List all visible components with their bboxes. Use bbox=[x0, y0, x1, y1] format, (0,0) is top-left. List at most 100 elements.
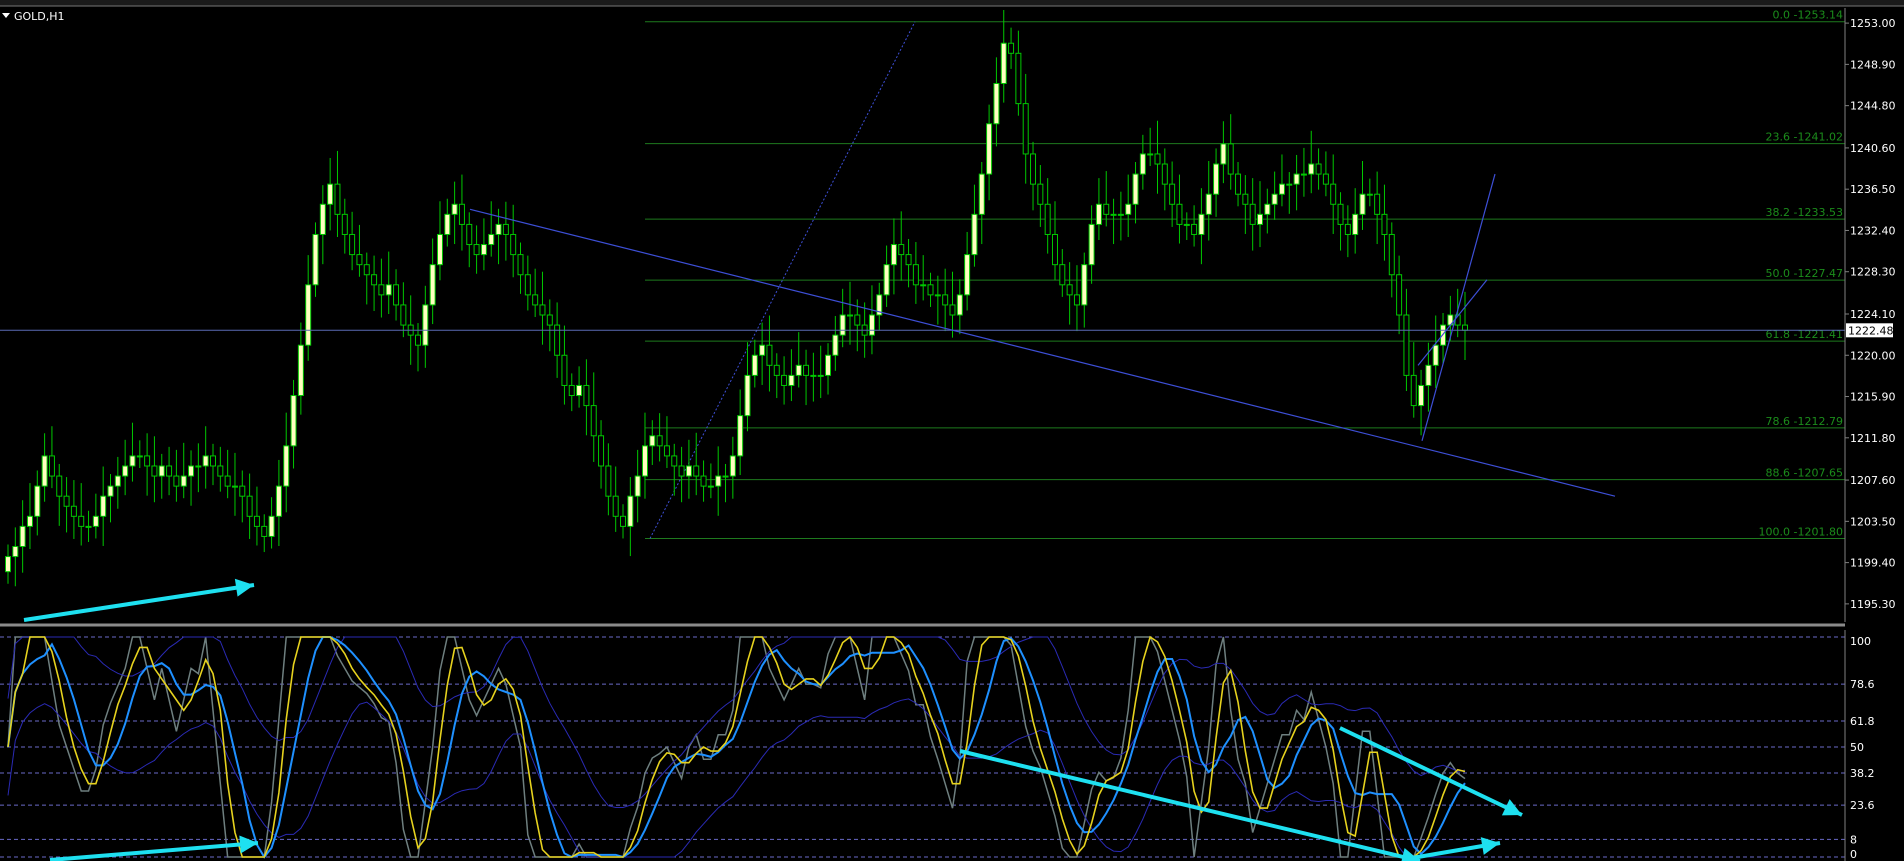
candlestick-series: 1222.48 bbox=[0, 10, 1894, 587]
candle-body bbox=[1022, 103, 1029, 155]
arrow-head bbox=[1480, 837, 1500, 855]
candle-body bbox=[1381, 213, 1388, 235]
candle-body bbox=[415, 334, 422, 346]
candle-body bbox=[993, 82, 1000, 125]
candle-body bbox=[649, 435, 656, 447]
candle-body bbox=[327, 183, 334, 205]
candle-body bbox=[539, 304, 546, 316]
candle-body bbox=[129, 455, 136, 467]
candle-body bbox=[1432, 344, 1439, 366]
price-tick-label: 1199.40 bbox=[1850, 557, 1896, 570]
candle-body bbox=[480, 244, 487, 256]
candle-body bbox=[1227, 143, 1234, 175]
candle-body bbox=[1213, 163, 1220, 195]
candle-body bbox=[737, 415, 744, 457]
candle-body bbox=[971, 213, 978, 256]
price-tick-label: 1195.30 bbox=[1850, 598, 1896, 611]
candle-body bbox=[268, 515, 275, 537]
candle-body bbox=[722, 475, 729, 478]
candle-body bbox=[1308, 163, 1315, 175]
candle-body bbox=[612, 495, 619, 517]
oscillator-tick-label: 78.6 bbox=[1850, 678, 1875, 691]
candle-body bbox=[678, 465, 685, 477]
oscillator-tick-label: 50 bbox=[1850, 741, 1864, 754]
candle-body bbox=[707, 485, 714, 488]
price-tick-label: 1207.60 bbox=[1850, 474, 1896, 487]
candle-body bbox=[48, 455, 55, 477]
candle-body bbox=[1264, 203, 1271, 215]
candle-body bbox=[832, 334, 839, 356]
candle-body bbox=[144, 455, 151, 467]
candle-body bbox=[510, 233, 517, 256]
candle-body bbox=[671, 455, 678, 467]
price-chart[interactable]: 0.0 -1253.14 23.6 -1241.02 38.2 -1233.53 50… bbox=[0, 0, 1904, 861]
candle-body bbox=[605, 465, 612, 497]
oscillator-tick-label: 38.2 bbox=[1850, 767, 1875, 780]
channel-lower-line bbox=[1417, 279, 1488, 366]
candle-body bbox=[942, 294, 949, 306]
candle-body bbox=[173, 475, 180, 487]
candle-body bbox=[56, 475, 63, 497]
candle-body bbox=[1059, 264, 1066, 286]
candle-body bbox=[26, 515, 33, 527]
candle-body bbox=[290, 395, 297, 447]
candle-body bbox=[554, 324, 561, 356]
candle-body bbox=[166, 465, 173, 477]
candle-body bbox=[114, 475, 121, 487]
price-tick-label: 1228.30 bbox=[1850, 266, 1896, 279]
candle-body bbox=[1117, 213, 1124, 216]
candle-body bbox=[210, 455, 217, 467]
candle-body bbox=[12, 546, 19, 558]
candle-body bbox=[598, 435, 605, 467]
candle-body bbox=[890, 244, 897, 266]
candle-body bbox=[1073, 294, 1080, 306]
candle-body bbox=[1337, 203, 1344, 225]
candle-body bbox=[949, 304, 956, 316]
top-toolbar-edge bbox=[0, 0, 1904, 7]
oscillator-tick-label: 0 bbox=[1850, 848, 1857, 861]
candle-body bbox=[1256, 213, 1263, 225]
candle-body bbox=[1037, 183, 1044, 205]
price-tick-label: 1224.10 bbox=[1850, 308, 1896, 321]
candle-body bbox=[1154, 153, 1161, 165]
fib-level-label: 100.0 -1201.80 bbox=[1759, 525, 1843, 538]
candle-body bbox=[136, 455, 143, 458]
candle-body bbox=[495, 223, 502, 235]
candle-body bbox=[1183, 223, 1190, 226]
arrow-shaft bbox=[23, 583, 255, 622]
candle-body bbox=[393, 284, 400, 306]
fibonacci-retracement[interactable]: 0.0 -1253.14 23.6 -1241.02 38.2 -1233.53 50… bbox=[645, 9, 1845, 539]
candle-body bbox=[934, 294, 941, 297]
candle-body bbox=[546, 314, 553, 326]
candle-body bbox=[1205, 193, 1212, 215]
price-tick-label: 1248.90 bbox=[1850, 58, 1896, 71]
candle-body bbox=[100, 495, 107, 517]
candle-body bbox=[217, 465, 224, 477]
candle-body bbox=[964, 254, 971, 296]
candle-body bbox=[1161, 163, 1168, 185]
candle-body bbox=[1081, 264, 1088, 306]
candle-body bbox=[305, 284, 312, 346]
candle-body bbox=[319, 203, 326, 235]
candle-body bbox=[122, 465, 129, 477]
candle-body bbox=[1176, 203, 1183, 225]
candle-body bbox=[466, 223, 473, 246]
candle-body bbox=[1198, 213, 1205, 235]
candle-body bbox=[297, 344, 304, 397]
candle-body bbox=[1095, 203, 1102, 225]
candle-body bbox=[561, 354, 568, 386]
candle-body bbox=[1286, 183, 1293, 186]
candle-body bbox=[810, 374, 817, 377]
candle-body bbox=[5, 556, 11, 573]
candle-body bbox=[63, 495, 70, 507]
candle-body bbox=[1110, 213, 1117, 216]
candle-body bbox=[898, 244, 905, 256]
candle-body bbox=[400, 304, 407, 326]
fib-level-label: 23.6 -1241.02 bbox=[1766, 131, 1843, 144]
candle-body bbox=[253, 515, 260, 527]
candle-body bbox=[1388, 233, 1395, 276]
candle-body bbox=[1359, 193, 1366, 215]
candle-body bbox=[663, 445, 670, 457]
candle-body bbox=[759, 344, 766, 356]
candle-body bbox=[883, 264, 890, 296]
